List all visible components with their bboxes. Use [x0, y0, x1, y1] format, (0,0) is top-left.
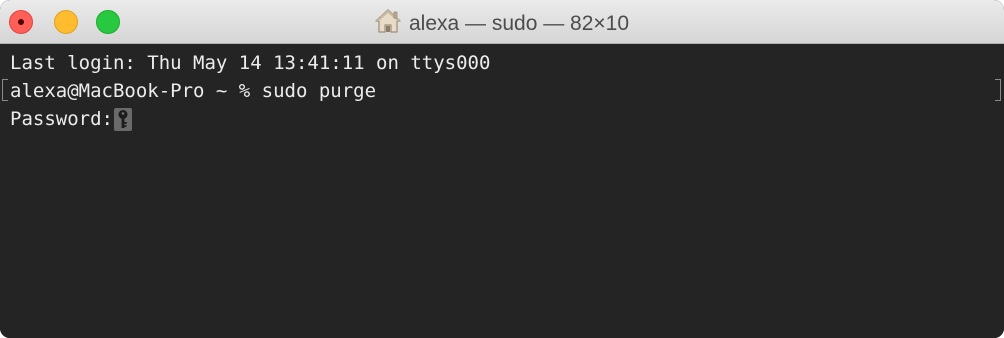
- title-bar[interactable]: alexa — sudo — 82×10: [0, 0, 1004, 44]
- home-icon: [375, 9, 401, 33]
- window-title-text: alexa — sudo — 82×10: [408, 12, 630, 35]
- prompt-mark-right: [995, 79, 1001, 101]
- window-title: alexa — sudo — 82×10: [0, 9, 1004, 35]
- last-login-line: Last login: Thu May 14 13:41:11 on ttys0…: [10, 52, 491, 74]
- password-line[interactable]: Password:: [10, 105, 132, 133]
- key-icon: [113, 107, 132, 131]
- password-prompt: Password:: [10, 108, 113, 130]
- command-line: alexa@MacBook-Pro ~ % sudo purge: [10, 80, 377, 102]
- terminal-output[interactable]: Last login: Thu May 14 13:41:11 on ttys0…: [0, 44, 1004, 338]
- prompt-mark-left: [2, 79, 8, 101]
- terminal-window: alexa — sudo — 82×10 Last login: Thu May…: [0, 0, 1004, 338]
